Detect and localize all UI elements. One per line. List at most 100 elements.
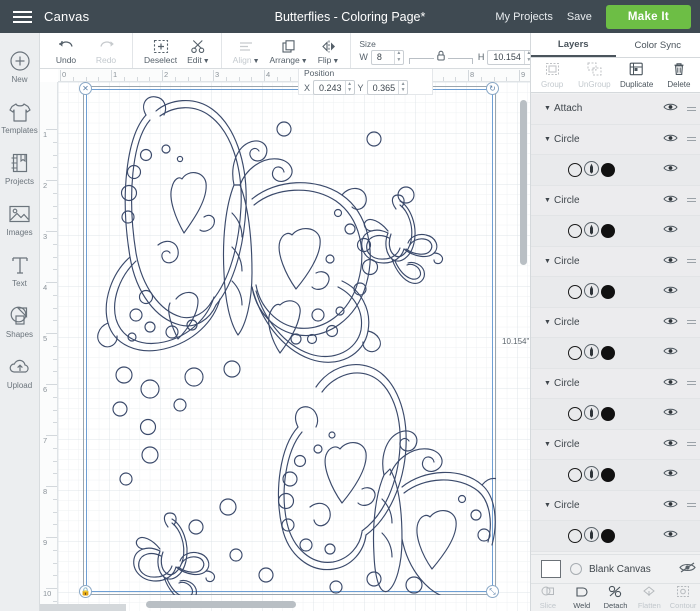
edit-button[interactable]: Edit▼ bbox=[182, 33, 215, 69]
layer-attribute-chips[interactable] bbox=[568, 465, 657, 484]
outline-circle-icon[interactable] bbox=[568, 162, 582, 177]
chevron-down-icon[interactable]: ▼ bbox=[544, 502, 554, 509]
sidebar-item-shapes[interactable]: Shapes bbox=[0, 296, 39, 347]
chevron-down-icon[interactable]: ▼ bbox=[544, 197, 554, 204]
eye-icon[interactable] bbox=[657, 255, 683, 268]
blank-canvas-row[interactable]: Blank Canvas bbox=[531, 554, 700, 583]
drag-handle-icon[interactable] bbox=[683, 381, 700, 386]
layer-attribute-chips[interactable] bbox=[568, 526, 657, 545]
layer-row-child[interactable] bbox=[531, 216, 700, 247]
width-stepper[interactable]: ▲ ▼ bbox=[393, 50, 403, 64]
eye-icon[interactable] bbox=[657, 163, 683, 176]
layer-row-group[interactable]: ▼ Circle bbox=[531, 490, 700, 521]
eye-icon[interactable] bbox=[657, 407, 683, 420]
canvas-color-swatch[interactable] bbox=[541, 560, 561, 578]
pen-tool-icon[interactable] bbox=[584, 160, 599, 179]
layer-row-group[interactable]: ▼ Circle bbox=[531, 124, 700, 155]
eye-icon[interactable] bbox=[657, 529, 683, 542]
arrange-button[interactable]: Arrange▼ bbox=[265, 33, 313, 69]
eye-icon[interactable] bbox=[657, 194, 683, 207]
flip-button[interactable]: Flip▼ bbox=[313, 33, 345, 69]
canvas-area[interactable]: 0 1 2 3 4 5 6 7 8 9 1 2 3 4 5 6 7 8 9 10 bbox=[40, 69, 530, 611]
fill-circle-icon[interactable] bbox=[601, 528, 615, 543]
eye-icon[interactable] bbox=[657, 438, 683, 451]
chevron-down-icon[interactable]: ▼ bbox=[544, 258, 554, 265]
eye-icon[interactable] bbox=[657, 133, 683, 146]
sidebar-item-text[interactable]: Text bbox=[0, 245, 39, 296]
ungroup-button[interactable]: UnGroup bbox=[573, 58, 615, 92]
pen-tool-icon[interactable] bbox=[584, 221, 599, 240]
drag-handle-icon[interactable] bbox=[683, 503, 700, 508]
chevron-down-icon[interactable]: ▼ bbox=[544, 105, 554, 112]
selection-handle-delete[interactable]: ✕ bbox=[79, 82, 92, 95]
eye-icon[interactable] bbox=[657, 316, 683, 329]
sidebar-item-templates[interactable]: Templates bbox=[0, 92, 39, 143]
layer-attribute-chips[interactable] bbox=[568, 221, 657, 240]
outline-circle-icon[interactable] bbox=[568, 528, 582, 543]
selection-handle-lock[interactable]: 🔒 bbox=[79, 585, 92, 598]
sidebar-item-images[interactable]: Images bbox=[0, 194, 39, 245]
height-input[interactable]: 10.154 ▲ ▼ bbox=[487, 49, 534, 65]
sidebar-item-upload[interactable]: Upload bbox=[0, 347, 39, 398]
layer-row-group[interactable]: ▼ Circle bbox=[531, 185, 700, 216]
pen-tool-icon[interactable] bbox=[584, 282, 599, 301]
outline-circle-icon[interactable] bbox=[568, 223, 582, 238]
eye-icon[interactable] bbox=[657, 224, 683, 237]
eye-icon[interactable] bbox=[657, 346, 683, 359]
slice-button[interactable]: Slice bbox=[531, 584, 565, 611]
save-button[interactable]: Save bbox=[567, 11, 592, 23]
eye-icon[interactable] bbox=[657, 102, 683, 115]
position-y-input[interactable]: 0.365 ▲ ▼ bbox=[366, 80, 409, 95]
tab-color-sync[interactable]: Color Sync bbox=[616, 33, 700, 57]
eye-icon[interactable] bbox=[657, 285, 683, 298]
canvas-vertical-scrollbar[interactable] bbox=[520, 100, 527, 265]
outline-circle-icon[interactable] bbox=[568, 406, 582, 421]
position-x-input[interactable]: 0.243 ▲ ▼ bbox=[313, 80, 355, 95]
my-projects-link[interactable]: My Projects bbox=[495, 11, 552, 23]
position-y-stepper[interactable]: ▲ ▼ bbox=[398, 81, 407, 94]
sidebar-item-new[interactable]: New bbox=[0, 41, 39, 92]
layer-row-child[interactable] bbox=[531, 155, 700, 186]
layer-attribute-chips[interactable] bbox=[568, 282, 657, 301]
layer-row-child[interactable] bbox=[531, 399, 700, 430]
weld-button[interactable]: Weld bbox=[565, 584, 599, 611]
size-lock-toggle[interactable] bbox=[407, 49, 475, 64]
butterflies-artwork[interactable] bbox=[84, 87, 496, 595]
deselect-button[interactable]: Deselect bbox=[139, 33, 182, 69]
tab-layers[interactable]: Layers bbox=[531, 33, 616, 57]
chevron-down-icon[interactable]: ▼ bbox=[544, 136, 554, 143]
redo-button[interactable]: Redo bbox=[86, 33, 126, 69]
layer-list[interactable]: ▼ Attach ▼ Circle ▼ Circle ▼ Circle ▼ Circle ▼ Circ… bbox=[531, 94, 700, 554]
layer-row-child[interactable] bbox=[531, 338, 700, 369]
layer-attribute-chips[interactable] bbox=[568, 160, 657, 179]
fill-circle-icon[interactable] bbox=[601, 345, 615, 360]
contour-button[interactable]: Contour bbox=[666, 584, 700, 611]
pen-tool-icon[interactable] bbox=[584, 404, 599, 423]
pen-tool-icon[interactable] bbox=[584, 526, 599, 545]
position-x-stepper[interactable]: ▲ ▼ bbox=[344, 81, 354, 94]
eye-icon[interactable] bbox=[657, 499, 683, 512]
duplicate-button[interactable]: Duplicate bbox=[616, 58, 658, 92]
eye-hidden-icon[interactable] bbox=[674, 562, 700, 576]
drag-handle-icon[interactable] bbox=[683, 320, 700, 325]
delete-button[interactable]: Delete bbox=[658, 58, 700, 92]
detach-button[interactable]: Detach bbox=[599, 584, 633, 611]
fill-circle-icon[interactable] bbox=[601, 406, 615, 421]
align-button[interactable]: Align▼ bbox=[228, 33, 265, 69]
fill-circle-icon[interactable] bbox=[601, 223, 615, 238]
chevron-down-icon[interactable]: ▼ bbox=[544, 380, 554, 387]
layer-row-child[interactable] bbox=[531, 277, 700, 308]
make-it-button[interactable]: Make It bbox=[605, 4, 691, 29]
layer-row-child[interactable] bbox=[531, 460, 700, 491]
layer-row-group[interactable]: ▼ Circle bbox=[531, 246, 700, 277]
fill-circle-icon[interactable] bbox=[601, 467, 615, 482]
layer-attribute-chips[interactable] bbox=[568, 404, 657, 423]
flatten-button[interactable]: Flatten bbox=[632, 584, 666, 611]
group-button[interactable]: Group bbox=[531, 58, 573, 92]
outline-circle-icon[interactable] bbox=[568, 284, 582, 299]
layer-row-child[interactable] bbox=[531, 521, 700, 552]
sidebar-item-projects[interactable]: Projects bbox=[0, 143, 39, 194]
drag-handle-icon[interactable] bbox=[683, 137, 700, 142]
canvas-horizontal-scrollbar[interactable] bbox=[146, 601, 296, 608]
selection-handle-rotate[interactable]: ↻ bbox=[486, 82, 499, 95]
